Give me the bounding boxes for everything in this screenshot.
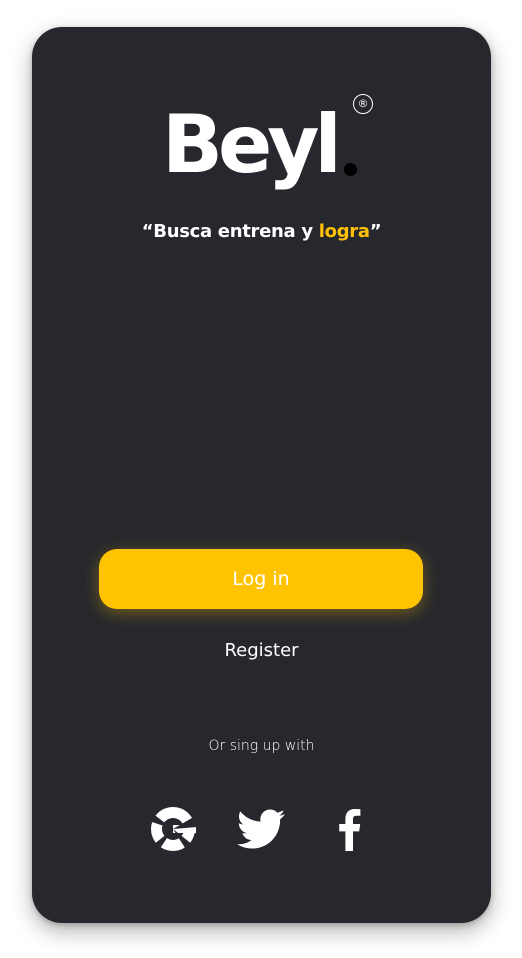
google-signup-button[interactable]	[149, 805, 197, 853]
registered-mark-icon: ®	[353, 94, 373, 114]
app-screen: Beyl ® “Busca entrena y logra” Log in Re…	[32, 27, 491, 923]
tagline-text: Busca entrena y	[153, 221, 319, 242]
register-link[interactable]: Register	[32, 640, 491, 661]
logo-text: Beyl	[162, 98, 342, 191]
tagline-accent: logra	[318, 221, 370, 242]
twitter-signup-button[interactable]	[237, 805, 285, 853]
tagline: “Busca entrena y logra”	[32, 221, 491, 242]
facebook-icon	[339, 809, 361, 851]
logo-dot	[344, 163, 357, 176]
social-signup-prompt: Or sing up with	[208, 738, 315, 754]
facebook-signup-button[interactable]	[326, 805, 374, 853]
twitter-icon	[237, 809, 285, 849]
tagline-open-quote: “	[141, 221, 154, 242]
login-button[interactable]: Log in	[99, 549, 423, 609]
google-icon	[149, 807, 197, 851]
brand-logo: Beyl ®	[32, 94, 491, 205]
tagline-close-quote: ”	[369, 221, 382, 242]
